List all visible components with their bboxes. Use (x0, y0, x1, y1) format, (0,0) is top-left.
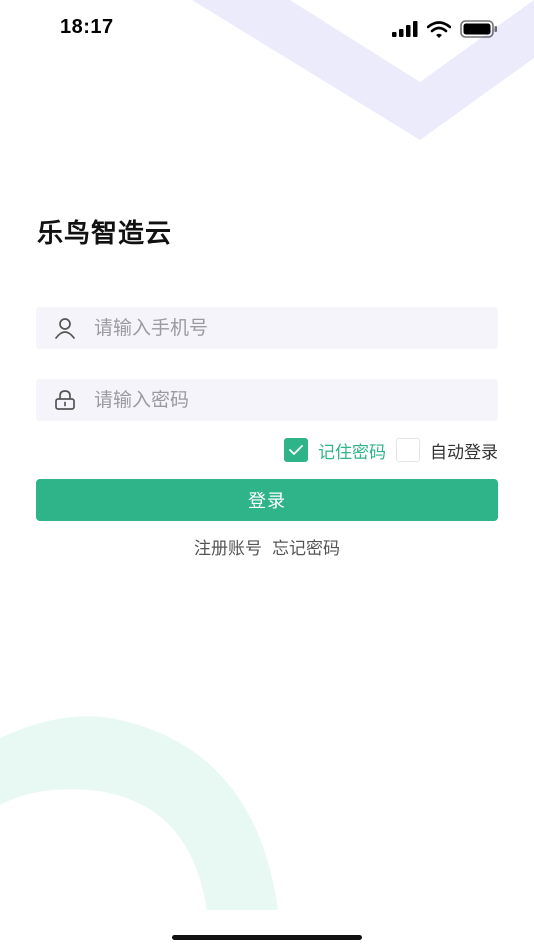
user-icon (53, 316, 77, 340)
check-icon (289, 445, 303, 455)
home-indicator[interactable] (172, 935, 362, 940)
forgot-password-link[interactable]: 忘记密码 (272, 539, 340, 559)
app-title: 乐鸟智造云 (37, 219, 173, 249)
remember-password-checkbox[interactable] (284, 438, 308, 462)
status-bar: 18:17 (0, 0, 534, 58)
lock-icon (53, 388, 77, 412)
login-options: 记住密码 自动登录 (284, 437, 498, 463)
password-input-container (36, 379, 498, 421)
status-icons (392, 20, 498, 38)
phone-input-container (36, 307, 498, 349)
cellular-signal-icon (392, 21, 418, 37)
password-input[interactable] (92, 388, 476, 412)
login-button[interactable]: 登录 (36, 479, 498, 521)
bottom-arc-decoration (0, 716, 278, 910)
phone-input[interactable] (92, 316, 476, 340)
remember-password-label[interactable]: 记住密码 (318, 438, 386, 463)
register-link[interactable]: 注册账号 (194, 539, 262, 559)
auto-login-checkbox[interactable] (396, 438, 420, 462)
auth-links: 注册账号 忘记密码 (0, 534, 534, 559)
status-time: 18:17 (60, 16, 114, 38)
wifi-icon (427, 20, 451, 38)
auto-login-label[interactable]: 自动登录 (430, 438, 498, 463)
battery-icon (460, 20, 497, 38)
